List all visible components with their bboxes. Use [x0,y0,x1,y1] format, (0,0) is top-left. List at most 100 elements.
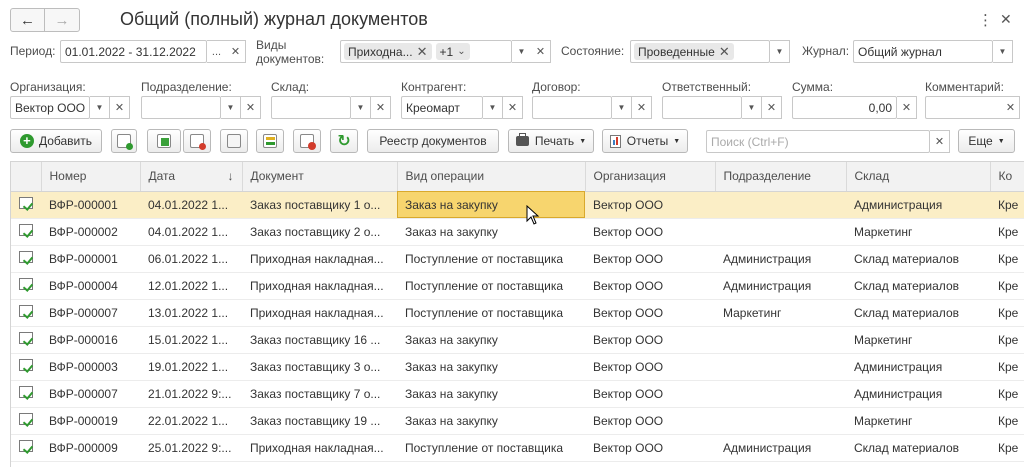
cell-number[interactable]: ВФР-000001 [41,245,140,273]
cell-warehouse[interactable]: Маркетинг [846,407,990,435]
organization-dropdown[interactable]: ▼ [90,96,110,119]
cell-counterparty[interactable]: Кре [990,299,1024,327]
department-dropdown[interactable]: ▼ [221,96,241,119]
cell-number[interactable]: ВФР-000004 [41,272,140,300]
cell-operation[interactable]: Заказ на закупку [397,353,585,381]
cell-organization[interactable]: Вектор ООО [585,326,715,354]
cell-document[interactable]: Заказ поставщику 16 ... [242,326,397,354]
more-vertical-icon[interactable]: ⋮ [978,11,993,29]
column-header-department[interactable]: Подразделение [715,162,847,192]
cell-organization[interactable]: Вектор ООО [585,299,715,327]
registry-button[interactable]: Реестр документов [367,129,499,153]
cell-document[interactable]: Заказ поставщику 3 о... [242,353,397,381]
cell-department[interactable]: Администрация [715,272,846,300]
cell-operation[interactable]: Заказ на закупку [397,407,585,435]
cell-document[interactable]: Приходная накладная... [242,245,397,273]
cell-number[interactable]: ВФР-000016 [41,326,140,354]
cell-warehouse[interactable]: Маркетинг [846,326,990,354]
search-input[interactable]: Поиск (Ctrl+F) [706,130,930,153]
state-field[interactable]: Проведенные ✕ [630,40,770,63]
journal-field[interactable]: Общий журнал [853,40,993,63]
cell-department[interactable] [715,326,846,354]
doc-types-field[interactable]: Приходна... ✕ +1 ⌄ [340,40,512,63]
cell-date[interactable]: 13.01.2022 1... [140,299,242,327]
reports-button[interactable]: Отчеты ▼ [602,129,688,153]
table-row[interactable]: ВФР-000007 13.01.2022 1... Приходная накла… [11,299,1024,327]
column-header-warehouse[interactable]: Склад [846,162,991,192]
state-tag[interactable]: Проведенные ✕ [634,43,734,60]
cell-warehouse[interactable]: Администрация [846,380,990,408]
cell-number[interactable]: ВФР-000009 [41,434,140,462]
table-row[interactable]: ВФР-000004 12.01.2022 1... Приходная накла… [11,272,1024,300]
warehouse-field[interactable] [271,96,351,119]
add-button[interactable]: + Добавить [10,129,102,153]
cell-document[interactable]: Приходная накладная... [242,299,397,327]
organization-field[interactable]: Вектор ООО [10,96,90,119]
cell-organization[interactable]: Вектор ООО [585,407,715,435]
cell-warehouse[interactable]: Склад материалов [846,299,990,327]
cell-operation[interactable]: Поступление от поставщика [397,272,585,300]
cell-document[interactable]: Заказ поставщику 1 о... [242,191,397,219]
column-header-counterparty[interactable]: Ко [990,162,1024,192]
table-row[interactable]: ВФР-000002 04.01.2022 1... Заказ поставщик… [11,218,1024,246]
doc-types-dropdown[interactable]: ▼ [512,40,532,63]
cell-department[interactable] [715,353,846,381]
cell-document[interactable]: Приходная накладная... [242,272,397,300]
cell-number[interactable]: ВФР-000003 [41,353,140,381]
organization-clear-button[interactable]: ✕ [110,96,130,119]
responsible-field[interactable] [662,96,742,119]
sum-clear-button[interactable]: ✕ [897,96,917,119]
cell-organization[interactable]: Вектор ООО [585,434,715,462]
cell-document[interactable]: Заказ поставщику 19 ... [242,407,397,435]
cell-counterparty[interactable]: Кре [990,353,1024,381]
counterparty-dropdown[interactable]: ▼ [483,96,503,119]
cell-counterparty[interactable]: Кре [990,272,1024,300]
cell-date[interactable]: 22.01.2022 1... [140,407,242,435]
unpost-button[interactable] [293,129,321,153]
period-clear-button[interactable]: ✕ [226,40,246,63]
period-select-button[interactable]: ... [207,40,227,63]
doc-type-more-tag[interactable]: +1 ⌄ [435,43,470,60]
cell-date[interactable]: 19.01.2022 1... [140,353,242,381]
table-row[interactable]: ВФР-000019 22.01.2022 1... Заказ поставщик… [11,407,1024,435]
cell-date[interactable]: 04.01.2022 1... [140,218,242,246]
column-header-document[interactable]: Документ [242,162,398,192]
period-field[interactable]: 01.01.2022 - 31.12.2022 [60,40,207,63]
print-button[interactable]: Печать ▼ [508,129,594,153]
cell-date[interactable]: 25.01.2022 9:... [140,434,242,462]
cell-organization[interactable]: Вектор ООО [585,272,715,300]
cell-counterparty[interactable]: Кре [990,380,1024,408]
responsible-clear-button[interactable]: ✕ [762,96,782,119]
close-icon[interactable]: ✕ [1000,11,1012,28]
warehouse-clear-button[interactable]: ✕ [371,96,391,119]
cell-operation[interactable]: Заказ на закупку [397,191,585,219]
counterparty-field[interactable]: Креомарт [401,96,483,119]
tag-remove-icon[interactable]: ✕ [719,44,730,60]
table-row[interactable]: ВФР-000001 04.01.2022 1... Заказ поставщик… [11,191,1024,219]
cell-warehouse[interactable]: Склад материалов [846,272,990,300]
cell-number[interactable]: ВФР-000007 [41,380,140,408]
document-view-button[interactable] [220,129,248,153]
search-clear-button[interactable]: ✕ [930,130,950,153]
contract-clear-button[interactable]: ✕ [632,96,652,119]
table-row[interactable]: ВФР-000003 19.01.2022 1... Заказ поставщик… [11,353,1024,381]
cell-department[interactable] [715,380,846,408]
refresh-button[interactable]: ↻ [330,129,358,153]
cell-counterparty[interactable]: Кре [990,326,1024,354]
doc-types-clear-button[interactable]: ✕ [531,40,551,63]
column-header-date[interactable]: Дата ↓ [140,162,243,192]
cell-operation[interactable]: Поступление от поставщика [397,434,585,462]
column-header-organization[interactable]: Организация [585,162,716,192]
forward-button[interactable]: → [45,9,79,31]
cell-department[interactable] [715,407,846,435]
table-row[interactable]: ВФР-000016 15.01.2022 1... Заказ поставщик… [11,326,1024,354]
table-row[interactable]: ВФР-000009 25.01.2022 9:... Приходная накл… [11,434,1024,462]
doc-type-tag[interactable]: Приходна... ✕ [344,43,432,60]
table-row[interactable]: ВФР-000001 06.01.2022 1... Приходная накла… [11,245,1024,273]
cell-date[interactable]: 12.01.2022 1... [140,272,242,300]
cell-department[interactable]: Администрация [715,434,846,462]
cell-department[interactable]: Администрация [715,245,846,273]
cell-counterparty[interactable]: Кре [990,434,1024,462]
column-header-operation[interactable]: Вид операции [397,162,586,192]
cell-date[interactable]: 21.01.2022 9:... [140,380,242,408]
